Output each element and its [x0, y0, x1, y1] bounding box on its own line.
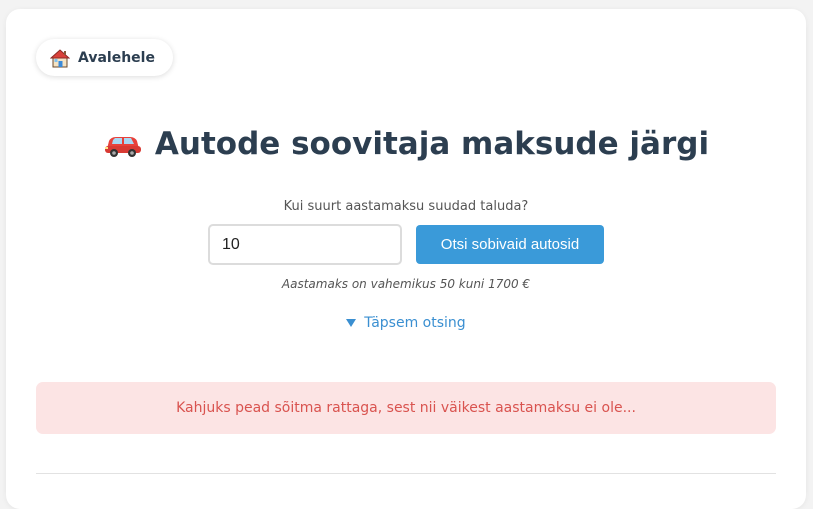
divider [36, 473, 776, 474]
car-icon [104, 137, 141, 157]
error-alert-text: Kahjuks pead sõitma rattaga, sest nii vä… [176, 400, 636, 416]
tax-question-label: Kui suurt aastamaksu suudad taluda? [283, 199, 529, 214]
triangle-down-icon [346, 319, 357, 327]
advanced-search-toggle[interactable]: Täpsem otsing [6, 315, 806, 331]
search-form: Otsi sobivaid autosid [208, 224, 604, 265]
page-title-text: Autode soovitaja maksude järgi [154, 126, 710, 162]
tax-input[interactable] [208, 224, 402, 265]
main-card: Avalehele Autode soovitaja maksude järgi… [6, 9, 806, 509]
range-note: Aastamaks on vahemikus 50 kuni 1700 € [281, 277, 531, 291]
page-title: Autode soovitaja maksude järgi [6, 126, 806, 162]
advanced-search-label: Täpsem otsing [364, 315, 466, 331]
home-button-label: Avalehele [78, 49, 155, 66]
home-button[interactable]: Avalehele [36, 39, 173, 76]
house-icon [50, 48, 70, 67]
search-button[interactable]: Otsi sobivaid autosid [416, 225, 604, 264]
error-alert: Kahjuks pead sõitma rattaga, sest nii vä… [36, 382, 776, 434]
